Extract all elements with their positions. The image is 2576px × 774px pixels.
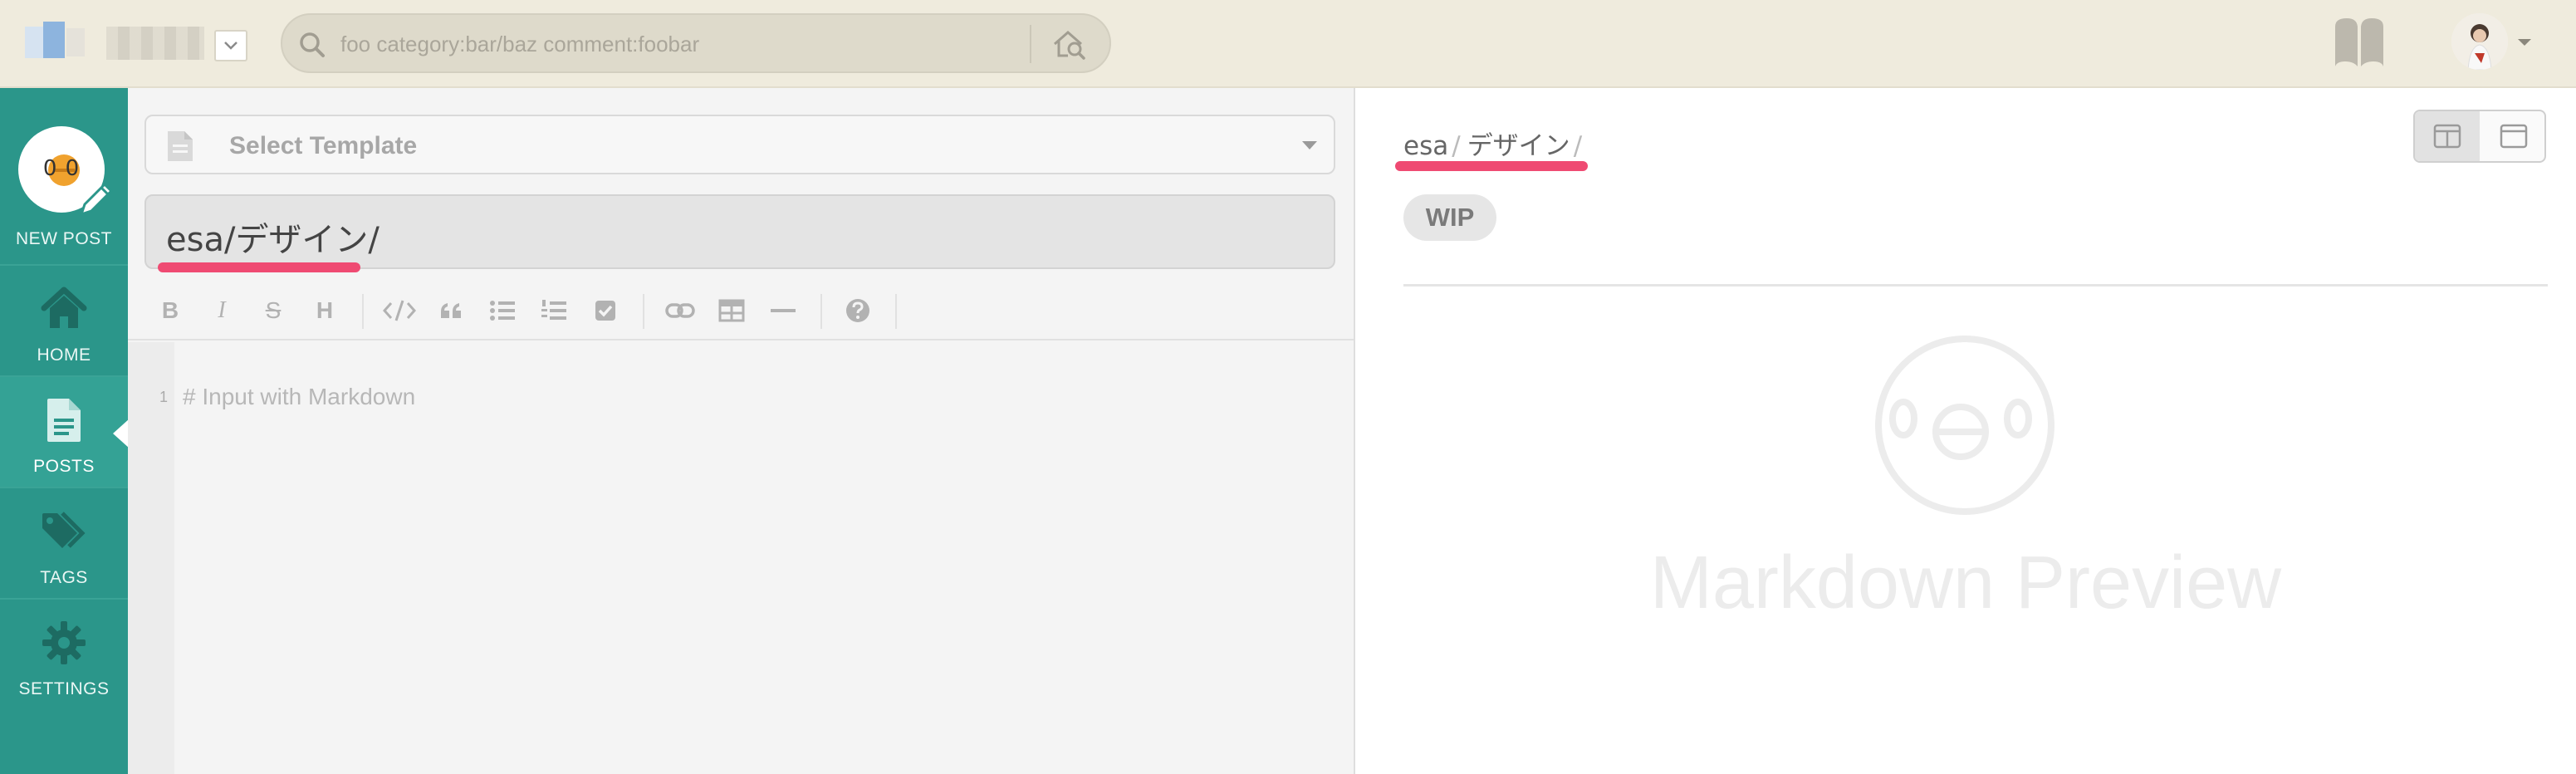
divider [1403, 284, 2548, 287]
preview-pane: esa / デザイン / WIP Markdown Preview [1355, 88, 2576, 774]
tags-icon [42, 512, 86, 548]
new-post-label: NEW POST [15, 229, 112, 248]
new-post-button[interactable]: 0 0 NEW POST [0, 88, 128, 264]
document-icon [47, 399, 81, 442]
template-select[interactable]: Select Template [144, 115, 1335, 174]
team-logo[interactable] [25, 18, 118, 65]
nav-label: POSTS [33, 457, 95, 476]
link-icon [665, 303, 695, 318]
advanced-search-icon [1054, 31, 1085, 60]
quote-icon [441, 303, 461, 318]
search-input[interactable] [340, 27, 1071, 61]
dropdown-arrow-icon [1302, 141, 1317, 149]
nav-label: TAGS [40, 568, 88, 587]
full-view-icon [2500, 124, 2528, 149]
task-list-button[interactable] [585, 292, 626, 329]
strikethrough-button[interactable]: S [252, 292, 294, 329]
team-name-blurred[interactable] [106, 27, 204, 60]
nav-label: SETTINGS [18, 679, 110, 698]
team-switcher-dropdown[interactable] [214, 30, 247, 61]
code-icon [383, 300, 416, 321]
chevron-down-icon [224, 42, 238, 50]
horizontal-rule-icon [771, 309, 796, 312]
highlight-underline [158, 262, 360, 272]
top-bar [0, 0, 2576, 88]
breadcrumb-item[interactable]: esa [1403, 131, 1448, 161]
post-title-input[interactable]: esa/デザイン/ [144, 194, 1335, 272]
document-icon [168, 131, 193, 161]
toolbar-divider [643, 294, 644, 329]
strikethrough-icon: S [265, 297, 282, 323]
toolbar-divider [895, 294, 897, 329]
split-view-button[interactable] [2415, 111, 2480, 161]
advanced-search-button[interactable] [1046, 25, 1093, 63]
view-mode-toggle [2413, 110, 2546, 163]
bullet-list-button[interactable] [482, 292, 523, 329]
line-number: 1 [159, 389, 169, 405]
markdown-placeholder: # Input with Markdown [183, 384, 416, 409]
notifications-button[interactable] [2330, 15, 2388, 70]
table-icon [718, 299, 745, 322]
caret-down-icon[interactable] [2516, 37, 2533, 48]
toolbar-divider [820, 294, 822, 329]
breadcrumb-separator: / [1573, 131, 1583, 161]
markdown-toolbar: B I S H [128, 282, 1354, 340]
user-avatar[interactable] [2451, 13, 2508, 70]
breadcrumb-item[interactable]: デザイン [1467, 131, 1570, 161]
nav-item-posts[interactable]: POSTS [0, 375, 130, 487]
divider [1030, 25, 1031, 63]
pencil-icon [79, 182, 114, 217]
italic-button[interactable]: I [201, 292, 242, 329]
table-button[interactable] [711, 292, 752, 329]
help-button[interactable] [837, 292, 879, 329]
active-indicator [113, 419, 130, 448]
esa-placeholder-logo-icon [1875, 336, 2054, 515]
code-button[interactable] [379, 292, 420, 329]
logo-block [43, 22, 65, 58]
italic-icon: I [218, 297, 226, 323]
nav-item-home[interactable]: HOME [0, 264, 128, 375]
toolbar-divider [362, 294, 364, 329]
split-view-icon [2433, 124, 2461, 149]
breadcrumb: esa / デザイン / [1403, 125, 1589, 162]
editor-pane: Select Template esa/デザイン/ B I S H 1 # In… [128, 88, 1355, 774]
avatar-image [2451, 13, 2508, 70]
quote-button[interactable] [430, 292, 472, 329]
markdown-editor[interactable]: 1 # Input with Markdown [128, 342, 1354, 774]
template-select-label: Select Template [229, 132, 418, 159]
line-number-gutter: 1 [128, 342, 174, 774]
bold-button[interactable]: B [149, 292, 191, 329]
book-icon [2335, 18, 2383, 66]
heading-button[interactable]: H [304, 292, 345, 329]
numbered-list-icon [541, 300, 566, 320]
bold-icon: B [161, 297, 179, 323]
bullet-list-icon [490, 301, 515, 321]
post-title-value: esa/デザイン/ [166, 221, 380, 259]
gear-icon [42, 621, 86, 664]
link-button[interactable] [659, 292, 701, 329]
numbered-list-button[interactable] [533, 292, 575, 329]
horizontal-rule-button[interactable] [762, 292, 804, 329]
logo-block [66, 28, 85, 56]
breadcrumb-separator: / [1452, 131, 1461, 161]
left-navigation: 0 0 NEW POST HOME POSTS TAGS SETTINGS [0, 88, 130, 774]
home-icon [41, 287, 87, 328]
nav-item-settings[interactable]: SETTINGS [0, 598, 128, 709]
preview-placeholder-title: Markdown Preview [1649, 541, 2282, 625]
nav-label: HOME [37, 345, 91, 365]
search-icon [300, 32, 325, 57]
highlight-underline [1395, 161, 1588, 171]
wip-badge: WIP [1403, 194, 1496, 241]
nav-item-tags[interactable]: TAGS [0, 487, 128, 598]
full-view-button[interactable] [2481, 111, 2544, 161]
search-bar [281, 13, 1111, 73]
help-icon [846, 299, 869, 322]
checkbox-icon [595, 301, 615, 321]
heading-icon: H [316, 297, 334, 323]
